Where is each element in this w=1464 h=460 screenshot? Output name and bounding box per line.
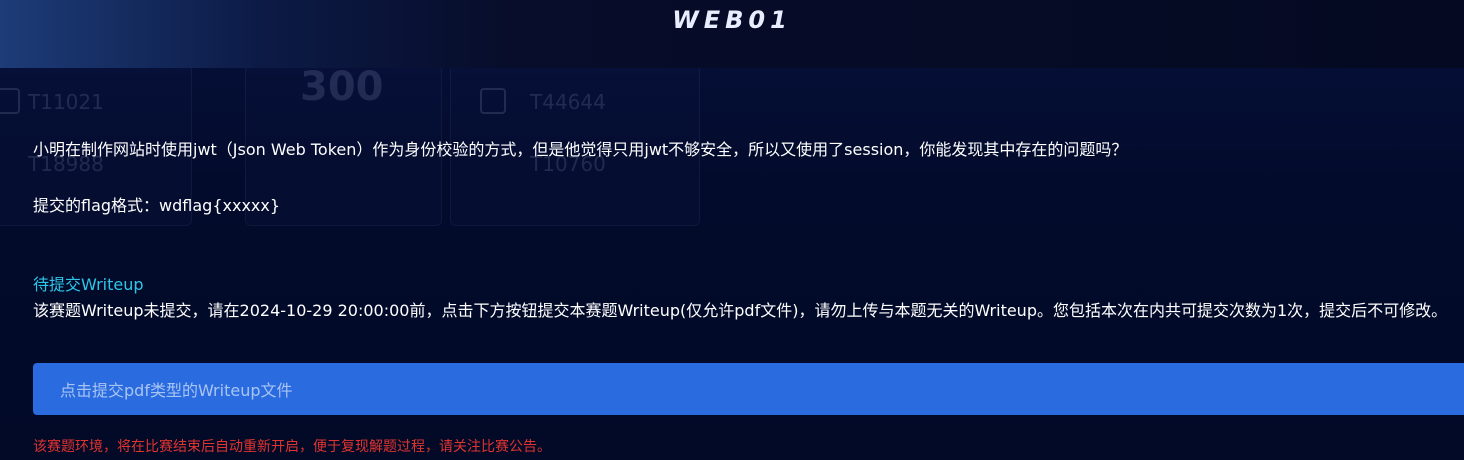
upload-writeup-label: 点击提交pdf类型的Writeup文件 [60, 381, 293, 400]
writeup-section-title: 待提交Writeup [33, 275, 144, 294]
challenge-description: 小明在制作网站时使用jwt（Json Web Token）作为身份校验的方式，但… [33, 140, 1128, 159]
writeup-notice: 该赛题Writeup未提交，请在2024-10-29 20:00:00前，点击下… [33, 301, 1448, 320]
challenge-page: WEB01 T11021 T18988 300 T44644 T10760 小明… [0, 0, 1464, 460]
challenge-title: WEB01 [672, 6, 792, 34]
environment-notice: 该赛题环境，将在比赛结束后自动重新开启，便于复现解题过程，请关注比赛公告。 [33, 439, 551, 455]
upload-writeup-button[interactable]: 点击提交pdf类型的Writeup文件 [33, 363, 1464, 415]
flag-format: 提交的flag格式：wdflag{xxxxx} [33, 196, 281, 215]
challenge-detail: 小明在制作网站时使用jwt（Json Web Token）作为身份校验的方式，但… [0, 68, 1464, 460]
header-bar: WEB01 [0, 0, 1464, 68]
